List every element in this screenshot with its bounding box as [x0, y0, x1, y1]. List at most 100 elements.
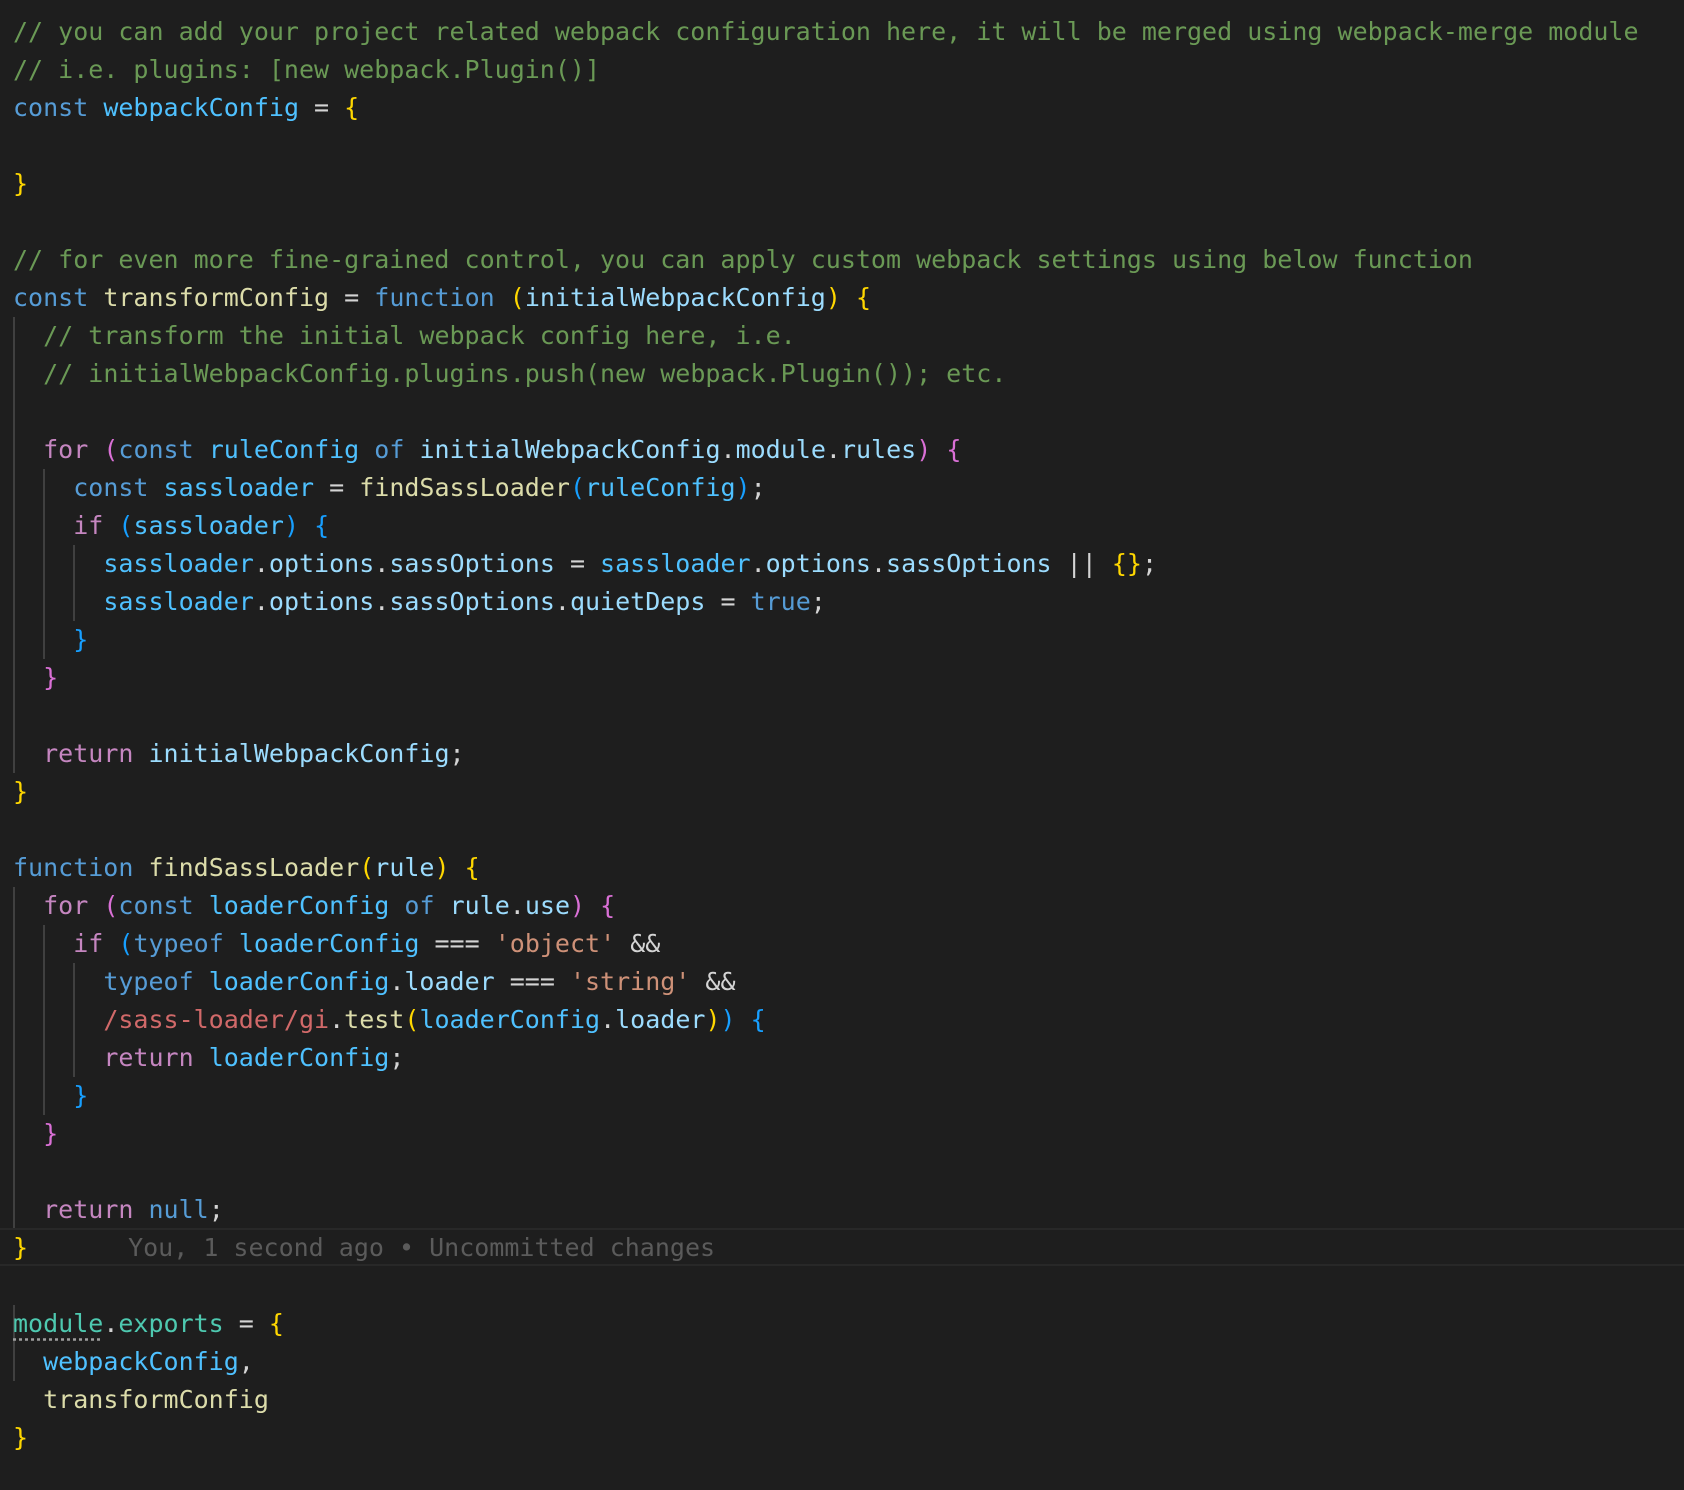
- code-token: const: [118, 891, 194, 920]
- code-token: ruleConfig: [208, 435, 360, 464]
- code-line[interactable]: const webpackConfig = {: [13, 89, 359, 127]
- code-token: ): [916, 435, 932, 464]
- code-token: rule: [449, 891, 510, 920]
- code-token: {: [464, 853, 480, 882]
- code-line[interactable]: return loaderConfig;: [13, 1039, 404, 1077]
- code-token: const: [13, 283, 89, 312]
- code-line[interactable]: return null;: [13, 1191, 224, 1229]
- code-line[interactable]: }: [13, 1115, 58, 1153]
- code-editor[interactable]: // you can add your project related webp…: [0, 0, 1684, 1490]
- code-token: (: [118, 511, 134, 540]
- code-token: if: [73, 511, 104, 540]
- code-line[interactable]: sassloader.options.sassOptions.quietDeps…: [13, 583, 826, 621]
- code-token: return: [103, 1043, 194, 1072]
- code-token: initialWebpackConfig: [419, 435, 721, 464]
- code-line[interactable]: webpackConfig,: [13, 1343, 254, 1381]
- code-token: ===: [419, 929, 495, 958]
- code-line[interactable]: return initialWebpackConfig;: [13, 735, 465, 773]
- code-token: webpackConfig: [103, 93, 299, 122]
- code-token: for: [43, 435, 89, 464]
- code-line[interactable]: }: [13, 1077, 88, 1115]
- code-line[interactable]: }: [13, 165, 28, 203]
- code-line[interactable]: const transformConfig = function (initia…: [13, 279, 871, 317]
- code-line[interactable]: for (const ruleConfig of initialWebpackC…: [13, 431, 961, 469]
- code-token: ruleConfig: [585, 473, 736, 502]
- code-token: .: [389, 967, 405, 996]
- code-token: loaderConfig: [208, 1043, 390, 1072]
- code-token: rules: [840, 435, 917, 464]
- code-token: quietDeps: [569, 587, 706, 616]
- code-line[interactable]: }: [13, 621, 88, 659]
- code-token: loaderConfig: [238, 929, 420, 958]
- code-line[interactable]: // i.e. plugins: [new webpack.Plugin()]: [13, 51, 600, 89]
- code-token: ): [825, 283, 841, 312]
- code-line[interactable]: const sassloader = findSassLoader(ruleCo…: [13, 469, 765, 507]
- code-token: options: [268, 587, 375, 616]
- code-token: loaderConfig: [419, 1005, 601, 1034]
- code-token: loaderConfig: [208, 891, 390, 920]
- code-token: 'string': [569, 967, 691, 996]
- code-token: (: [509, 283, 525, 312]
- code-token: .: [750, 549, 766, 578]
- code-line[interactable]: }: [13, 1419, 28, 1457]
- code-token: =: [705, 587, 751, 616]
- code-token: // you can add your project related webp…: [13, 17, 1639, 46]
- code-line[interactable]: /sass-loader/gi.test(loaderConfig.loader…: [13, 1001, 765, 1039]
- code-token: initialWebpackConfig: [524, 283, 826, 312]
- code-token: 'object': [494, 929, 616, 958]
- code-line[interactable]: if (typeof loaderConfig === 'object' &&: [13, 925, 660, 963]
- code-token: use: [524, 891, 571, 920]
- code-token: {: [946, 435, 962, 464]
- code-token: if: [73, 929, 104, 958]
- code-token: options: [268, 549, 375, 578]
- code-token: sassloader: [163, 473, 315, 502]
- code-line[interactable]: function findSassLoader(rule) {: [13, 849, 480, 887]
- code-line[interactable]: } You, 1 second ago • Uncommitted changes: [13, 1229, 715, 1267]
- code-token: {: [600, 891, 616, 920]
- code-token: =: [299, 93, 345, 122]
- code-token: }: [73, 625, 89, 654]
- code-token: {: [314, 511, 330, 540]
- code-token: =: [329, 283, 375, 312]
- code-token: ;: [449, 739, 465, 768]
- code-line[interactable]: }: [13, 659, 58, 697]
- code-token: .: [103, 1309, 119, 1338]
- code-token: ;: [208, 1195, 224, 1224]
- code-token: const: [13, 93, 89, 122]
- code-token: (: [404, 1005, 420, 1034]
- code-line[interactable]: sassloader.options.sassOptions = sassloa…: [13, 545, 1157, 583]
- code-line[interactable]: module.exports = {: [13, 1305, 284, 1343]
- code-line[interactable]: }: [13, 773, 28, 811]
- code-line[interactable]: typeof loaderConfig.loader === 'string' …: [13, 963, 735, 1001]
- code-token: {}: [1111, 549, 1142, 578]
- code-line[interactable]: if (sassloader) {: [13, 507, 329, 545]
- code-line[interactable]: transformConfig: [13, 1381, 269, 1419]
- git-blame-annotation: You, 1 second ago • Uncommitted changes: [128, 1233, 716, 1262]
- code-line[interactable]: // for even more fine-grained control, y…: [13, 241, 1473, 279]
- code-token: .: [600, 1005, 616, 1034]
- code-token: {: [268, 1309, 284, 1338]
- code-line[interactable]: // you can add your project related webp…: [13, 13, 1639, 51]
- code-token: ): [720, 1005, 736, 1034]
- code-token: exports: [118, 1309, 224, 1338]
- code-token: function: [374, 283, 495, 312]
- code-line[interactable]: // transform the initial webpack config …: [13, 317, 796, 355]
- code-line[interactable]: for (const loaderConfig of rule.use) {: [13, 887, 615, 925]
- code-token: module: [735, 435, 826, 464]
- code-token: typeof: [103, 967, 194, 996]
- code-token: // transform the initial webpack config …: [43, 321, 796, 350]
- code-token: of: [374, 435, 405, 464]
- code-token: (: [359, 853, 375, 882]
- code-line[interactable]: // initialWebpackConfig.plugins.push(new…: [13, 355, 1006, 393]
